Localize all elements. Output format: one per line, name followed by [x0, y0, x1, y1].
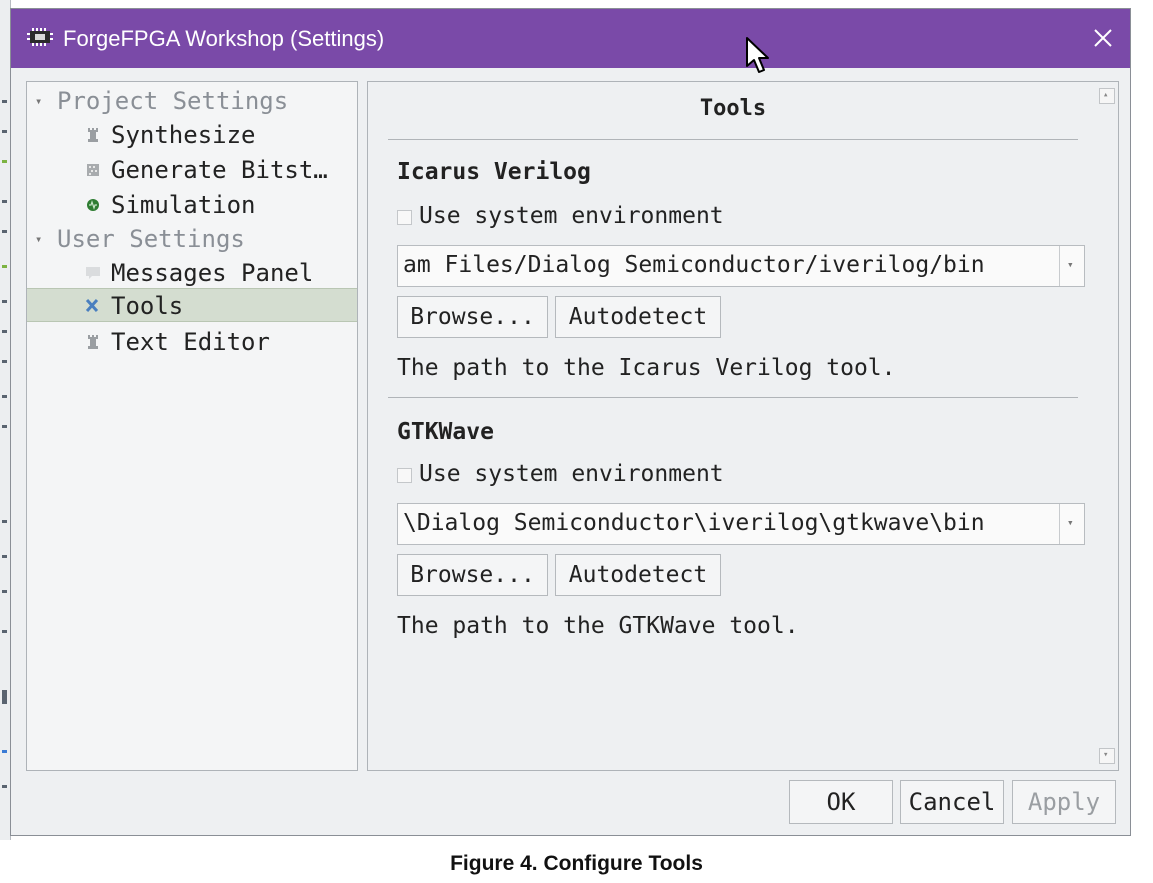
page-title: Tools — [699, 96, 767, 121]
tree-item-messages-panel[interactable]: Messages Panel — [27, 256, 357, 290]
apply-button[interactable]: Apply — [1012, 780, 1116, 824]
icarus-verilog-heading: Icarus Verilog — [397, 159, 591, 185]
gtkwave-heading: GTKWave — [397, 419, 494, 445]
expand-arrow-icon[interactable]: ▾ — [35, 222, 42, 256]
bitstream-icon — [87, 164, 99, 176]
tree-item-synthesize[interactable]: Synthesize — [27, 118, 357, 152]
tree-group-user-settings[interactable]: ▾ User Settings — [27, 222, 357, 256]
mouse-cursor-icon — [746, 37, 769, 73]
divider — [388, 397, 1078, 398]
window-title: ForgeFPGA Workshop (Settings) — [63, 26, 385, 51]
message-bubble-icon — [86, 267, 100, 279]
checkbox-label: Use system environment — [419, 203, 724, 229]
icarus-path-value[interactable]: am Files/Dialog Semiconductor/iverilog/b… — [403, 252, 1058, 278]
tools-settings-panel: Tools Icarus Verilog Use system environm… — [367, 81, 1119, 771]
gtkwave-use-system-env-checkbox[interactable] — [397, 468, 412, 483]
gtkwave-description: The path to the GTKWave tool. — [397, 613, 799, 639]
icarus-autodetect-button[interactable]: Autodetect — [555, 296, 721, 338]
icarus-use-system-env-checkbox[interactable] — [397, 210, 412, 225]
tools-icon — [85, 298, 99, 313]
gtkwave-autodetect-button[interactable]: Autodetect — [555, 554, 721, 596]
tree-item-tools[interactable]: Tools — [27, 288, 357, 322]
scroll-down-icon[interactable]: ▾ — [1099, 748, 1115, 764]
gtkwave-browse-button[interactable]: Browse... — [397, 554, 548, 596]
tree-group-project-settings[interactable]: ▾ Project Settings — [27, 84, 357, 118]
icarus-browse-button[interactable]: Browse... — [397, 296, 548, 338]
chess-rook-icon — [88, 128, 98, 142]
settings-dialog: ForgeFPGA Workshop (Settings) ▾ Project … — [10, 8, 1131, 836]
expand-arrow-icon[interactable]: ▾ — [35, 84, 42, 118]
icarus-description: The path to the Icarus Verilog tool. — [397, 355, 896, 381]
dropdown-arrow-icon[interactable]: ▾ — [1059, 246, 1084, 286]
figure-caption: Figure 4. Configure Tools — [450, 852, 703, 875]
fpga-chip-icon — [27, 28, 53, 46]
simulation-icon — [87, 199, 99, 211]
gtkwave-path-value[interactable]: \Dialog Semiconductor\iverilog\gtkwave\b… — [403, 510, 1058, 536]
dropdown-arrow-icon[interactable]: ▾ — [1059, 504, 1084, 544]
scroll-up-icon[interactable]: ▴ — [1099, 88, 1115, 104]
icarus-path-combobox[interactable]: am Files/Dialog Semiconductor/iverilog/b… — [397, 245, 1085, 287]
gtkwave-path-combobox[interactable]: \Dialog Semiconductor\iverilog\gtkwave\b… — [397, 503, 1085, 545]
vertical-scrollbar[interactable]: ▴ ▾ — [1099, 88, 1115, 764]
title-bar[interactable]: ForgeFPGA Workshop (Settings) — [11, 9, 1130, 68]
checkbox-label: Use system environment — [419, 461, 724, 487]
cancel-button[interactable]: Cancel — [900, 780, 1004, 824]
ok-button[interactable]: OK — [789, 780, 893, 824]
chess-rook-icon — [88, 335, 98, 349]
close-icon[interactable] — [1088, 23, 1118, 53]
tree-item-simulation[interactable]: Simulation — [27, 188, 357, 222]
divider — [388, 139, 1078, 140]
settings-tree: ▾ Project Settings Synthesize Generate B… — [26, 81, 358, 771]
tree-item-generate-bitstream[interactable]: Generate Bitst… — [27, 153, 357, 187]
tree-item-text-editor[interactable]: Text Editor — [27, 325, 357, 359]
